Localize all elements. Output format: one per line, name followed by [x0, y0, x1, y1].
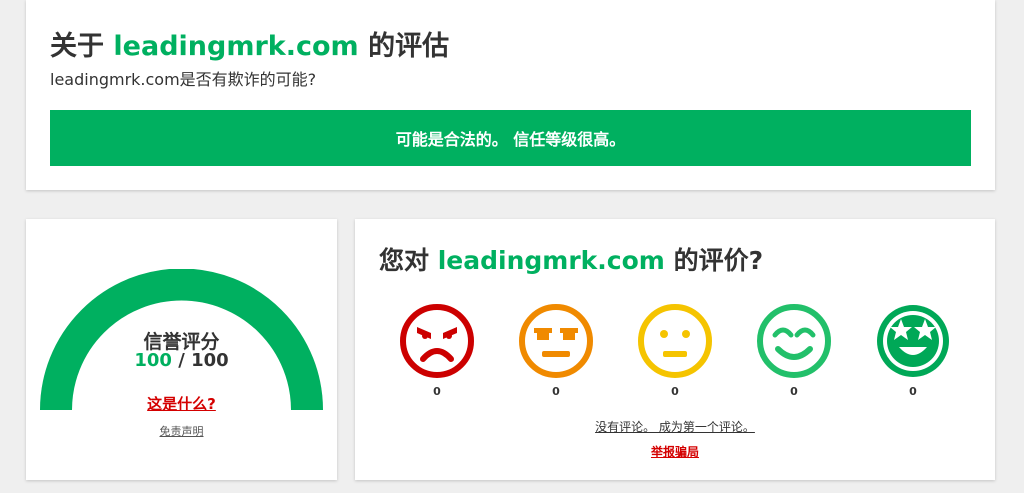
rating-count: 0	[909, 385, 917, 398]
angry-face-icon	[400, 304, 474, 378]
smiling-face-icon	[757, 304, 831, 378]
annoyed-face-icon	[519, 304, 593, 378]
rating-count: 0	[671, 385, 679, 398]
rating-count: 0	[552, 385, 560, 398]
score-separator: /	[178, 350, 185, 371]
assessment-card: 关于 leadingmrk.com 的评估 leadingmrk.com是否有欺…	[26, 0, 995, 190]
rating-count: 0	[790, 385, 798, 398]
title-suffix: 的评估	[368, 31, 450, 62]
trust-score-value: 100 / 100	[26, 350, 337, 371]
rating-star-eyes[interactable]: 0	[873, 303, 953, 398]
verdict-banner: 可能是合法的。 信任等级很高。	[50, 110, 971, 166]
first-review-link[interactable]: 没有评论。 成为第一个评论。	[355, 418, 995, 435]
trust-score-card: 信誉评分 100 / 100 这是什么? 免责声明	[26, 219, 337, 480]
review-card: 您对 leadingmrk.com 的评价? 0 0 0 0 0 没有评论。 成…	[355, 219, 995, 480]
rating-smiling[interactable]: 0	[754, 303, 834, 398]
star-eyes-face-icon	[877, 305, 949, 377]
rating-neutral[interactable]: 0	[635, 303, 715, 398]
score-max: 100	[191, 350, 229, 371]
report-scam-link[interactable]: 举报骗局	[355, 443, 995, 460]
rating-annoyed[interactable]: 0	[516, 303, 596, 398]
review-title-prefix: 您对	[379, 246, 430, 275]
what-is-this-link[interactable]: 这是什么?	[26, 393, 337, 414]
review-title-domain: leadingmrk.com	[437, 246, 665, 275]
review-title: 您对 leadingmrk.com 的评价?	[379, 241, 763, 277]
disclaimer-link[interactable]: 免责声明	[26, 423, 337, 439]
score-number: 100	[134, 350, 172, 371]
title-domain: leadingmrk.com	[113, 31, 359, 62]
title-prefix: 关于	[50, 31, 104, 62]
neutral-face-icon	[638, 304, 712, 378]
rating-angry[interactable]: 0	[397, 303, 477, 398]
page-title: 关于 leadingmrk.com 的评估	[50, 24, 449, 63]
review-title-suffix: 的评价?	[673, 246, 764, 275]
page-subtitle: leadingmrk.com是否有欺诈的可能?	[50, 70, 317, 89]
rating-count: 0	[433, 385, 441, 398]
